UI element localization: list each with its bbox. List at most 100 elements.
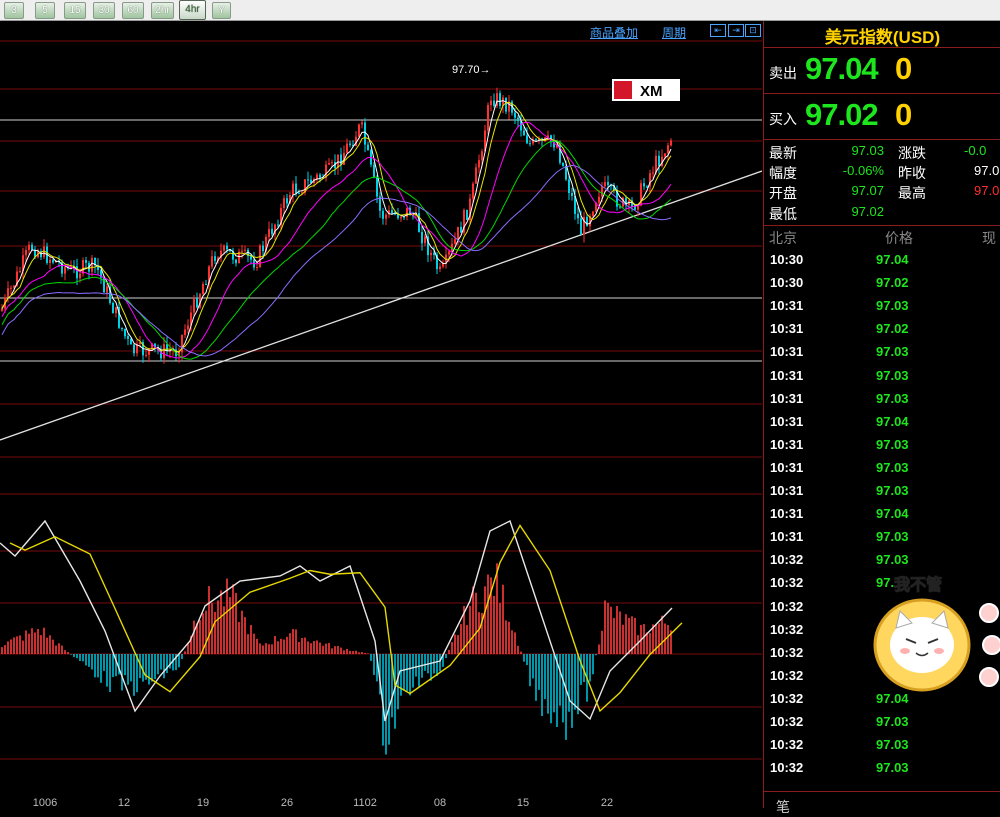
tick-price: 97.03 bbox=[876, 737, 909, 753]
candle-body bbox=[568, 179, 570, 193]
tick-time: 10:31 bbox=[770, 459, 804, 475]
tick-price: 97.03 bbox=[876, 760, 909, 776]
candlestick-chart[interactable]: 97.70→ XM 1006 12 19 26 1102 08 15 22 bbox=[0, 21, 762, 808]
scroll-left-icon[interactable]: ⇤ bbox=[710, 24, 726, 37]
timeframe-2hr-button[interactable]: 2hr bbox=[151, 2, 174, 19]
candle-body bbox=[241, 250, 243, 252]
tick-price: 97.04 bbox=[876, 506, 909, 522]
tick-price: 97.03 bbox=[876, 552, 909, 568]
x-axis-label: 1102 bbox=[353, 797, 377, 808]
candle-body bbox=[127, 336, 129, 339]
sell-price[interactable]: 97.04 bbox=[805, 51, 879, 87]
tick-price: 97.04 bbox=[876, 252, 909, 267]
buy-label: 买入 bbox=[769, 111, 797, 127]
candle-body bbox=[430, 252, 432, 256]
prev-close-label: 昨收 bbox=[898, 165, 926, 181]
candle-body bbox=[295, 183, 297, 194]
change-label: 涨跌 bbox=[898, 145, 926, 161]
candle-body bbox=[205, 283, 207, 285]
candle-body bbox=[475, 167, 477, 184]
tick-time: 10:32 bbox=[770, 760, 804, 776]
tick-price: 97.04 bbox=[876, 690, 909, 706]
candle-body bbox=[643, 183, 645, 187]
trades-tab-label[interactable]: 笔 bbox=[776, 797, 790, 817]
candle-body bbox=[571, 192, 573, 196]
candle-body bbox=[529, 143, 531, 145]
latest-label: 最新 bbox=[769, 145, 797, 161]
candle-body bbox=[82, 260, 84, 274]
candle-body bbox=[211, 256, 213, 267]
timeframe-3m-button[interactable]: 3 bbox=[4, 2, 24, 19]
tick-price: 97.03 bbox=[876, 390, 909, 406]
candle-body bbox=[346, 143, 348, 153]
candle-body bbox=[535, 139, 537, 141]
tick-time: 10:32 bbox=[770, 575, 804, 591]
tick-time: 10:31 bbox=[770, 529, 804, 545]
candle-body bbox=[106, 286, 108, 293]
candle-body bbox=[604, 182, 606, 187]
candle-body bbox=[487, 105, 489, 131]
candle-body bbox=[121, 327, 123, 330]
timeframe-60m-button[interactable]: 60 bbox=[122, 2, 144, 19]
candle-body bbox=[460, 226, 462, 233]
candle-body bbox=[256, 267, 258, 269]
candle-body bbox=[514, 112, 516, 118]
candle-body bbox=[298, 193, 300, 195]
tick-price: 97.03 bbox=[876, 367, 909, 383]
candle-body bbox=[448, 251, 450, 255]
zoom-icon[interactable]: ⊡ bbox=[745, 24, 761, 37]
candle-body bbox=[319, 174, 321, 178]
period-link[interactable]: 周期 bbox=[662, 24, 686, 41]
x-axis-label: 12 bbox=[118, 797, 130, 808]
timeframe-year-button[interactable]: Y bbox=[212, 2, 231, 19]
timeframe-30m-button[interactable]: 30 bbox=[93, 2, 115, 19]
tick-time: 10:31 bbox=[770, 436, 804, 452]
tick-time: 10:31 bbox=[770, 506, 804, 522]
candle-body bbox=[523, 130, 525, 136]
scroll-right-icon[interactable]: ⇥ bbox=[728, 24, 744, 37]
timeframe-5m-button[interactable]: 5 bbox=[35, 2, 55, 19]
candle-body bbox=[442, 263, 444, 267]
tick-time: 10:32 bbox=[770, 644, 804, 660]
timeframe-4hr-button[interactable]: 4hr bbox=[179, 0, 206, 20]
candle-body bbox=[244, 249, 246, 251]
x-axis-label: 15 bbox=[517, 797, 529, 808]
candle-body bbox=[505, 97, 507, 112]
x-axis-label: 1006 bbox=[33, 797, 57, 808]
timeframe-15m-button[interactable]: 15 bbox=[64, 2, 86, 19]
tick-time: 10:30 bbox=[770, 275, 804, 291]
latest-value: 97.03 bbox=[851, 143, 884, 158]
moving-average-line bbox=[1, 121, 672, 359]
candle-body bbox=[403, 216, 405, 218]
candle-body bbox=[490, 100, 492, 106]
tick-time: 10:31 bbox=[770, 367, 804, 383]
tick-header-price: 价格 bbox=[885, 230, 913, 246]
candle-body bbox=[166, 344, 168, 351]
overlay-products-link[interactable]: 商品叠加 bbox=[590, 24, 638, 41]
high-value: 97.0 bbox=[974, 183, 1000, 198]
candle-body bbox=[28, 244, 30, 251]
candle-body bbox=[478, 160, 480, 168]
tick-price: 97.03 bbox=[876, 298, 909, 314]
buy-price[interactable]: 97.02 bbox=[805, 97, 879, 133]
tick-time: 10:32 bbox=[770, 552, 804, 568]
candle-body bbox=[601, 186, 603, 197]
candle-body bbox=[592, 211, 594, 216]
candle-body bbox=[292, 183, 294, 195]
candle-body bbox=[667, 145, 669, 154]
tick-time: 10:31 bbox=[770, 321, 804, 337]
tick-time: 10:31 bbox=[770, 390, 804, 406]
candle-body bbox=[664, 153, 666, 157]
candle-body bbox=[130, 338, 132, 345]
tick-time: 10:32 bbox=[770, 621, 804, 637]
candle-body bbox=[340, 154, 342, 165]
candle-body bbox=[31, 244, 33, 250]
tick-price: 97.03 bbox=[876, 344, 909, 360]
tick-time: 10:30 bbox=[770, 252, 804, 267]
candle-body bbox=[202, 283, 204, 295]
candle-body bbox=[526, 135, 528, 144]
candle-body bbox=[49, 259, 51, 263]
tick-price: 97.02 bbox=[876, 321, 909, 337]
candle-body bbox=[424, 236, 426, 244]
candle-body bbox=[307, 179, 309, 181]
